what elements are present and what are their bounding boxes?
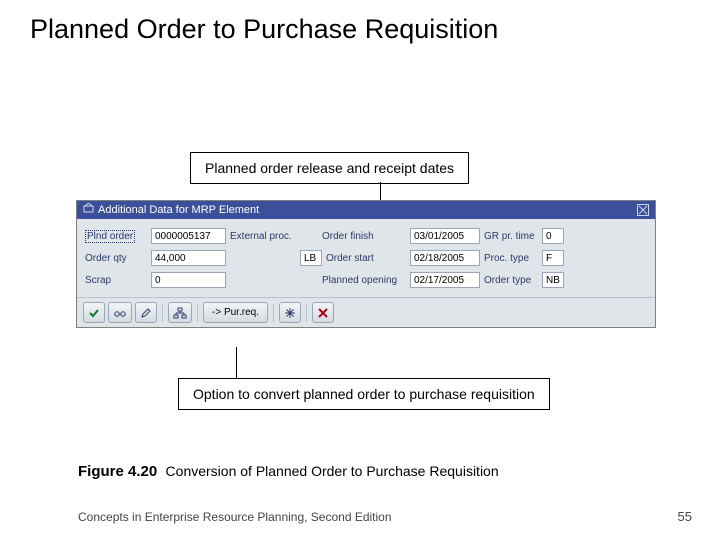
connector-line <box>236 347 237 378</box>
cancel-icon <box>317 307 329 319</box>
label-order-type: Order type <box>480 275 542 286</box>
confirm-button[interactable] <box>83 302 105 323</box>
hierarchy-button[interactable] <box>168 302 192 323</box>
label-external-proc: External proc. <box>226 231 300 242</box>
callout-release-receipt-dates: Planned order release and receipt dates <box>190 152 469 184</box>
check-icon <box>88 307 100 319</box>
mrp-element-dialog: Additional Data for MRP Element Plnd ord… <box>76 200 656 328</box>
edit-button[interactable] <box>135 302 157 323</box>
dialog-toolbar: -> Pur.req. <box>77 297 655 327</box>
field-order-type[interactable]: NB <box>542 272 564 288</box>
page-title: Planned Order to Purchase Requisition <box>30 14 498 45</box>
field-scrap[interactable]: 0 <box>151 272 226 288</box>
dialog-body: Plnd order 0000005137 External proc. Ord… <box>77 219 655 297</box>
label-plnd-order: Plnd order <box>85 231 151 242</box>
figure-number: Figure 4.20 <box>78 463 157 480</box>
label-planned-opening: Planned opening <box>318 275 410 286</box>
glasses-button[interactable] <box>108 302 132 323</box>
dialog-title-text: Additional Data for MRP Element <box>98 204 259 216</box>
row-plnd-order: Plnd order 0000005137 External proc. Ord… <box>85 225 647 247</box>
star-icon <box>284 307 296 319</box>
field-order-finish[interactable]: 03/01/2005 <box>410 228 480 244</box>
field-gr-pr-time[interactable]: 0 <box>542 228 564 244</box>
field-order-qty[interactable]: 44,000 <box>151 250 226 266</box>
cancel-button[interactable] <box>312 302 334 323</box>
label-gr-pr-time: GR pr. time <box>480 231 542 242</box>
page-number: 55 <box>678 509 692 524</box>
field-uom[interactable]: LB <box>300 250 322 266</box>
glasses-icon <box>113 307 127 319</box>
pencil-icon <box>140 307 152 319</box>
figure-caption: Figure 4.20 Conversion of Planned Order … <box>78 463 499 480</box>
row-scrap: Scrap 0 Planned opening 02/17/2005 Order… <box>85 269 647 291</box>
expand-icon <box>83 203 94 217</box>
label-order-qty: Order qty <box>85 253 151 264</box>
toolbar-divider <box>162 304 163 322</box>
row-order-qty: Order qty 44,000 LB Order start 02/18/20… <box>85 247 647 269</box>
figure-caption-text: Conversion of Planned Order to Purchase … <box>166 463 499 479</box>
toolbar-divider <box>273 304 274 322</box>
toolbar-divider <box>197 304 198 322</box>
field-planned-opening[interactable]: 02/17/2005 <box>410 272 480 288</box>
label-order-start: Order start <box>322 253 410 264</box>
label-scrap: Scrap <box>85 275 151 286</box>
field-order-start[interactable]: 02/18/2005 <box>410 250 480 266</box>
hierarchy-icon <box>173 307 187 319</box>
label-order-finish: Order finish <box>318 231 410 242</box>
field-plnd-order[interactable]: 0000005137 <box>151 228 226 244</box>
callout-convert-to-pur-req: Option to convert planned order to purch… <box>178 378 550 410</box>
dialog-titlebar: Additional Data for MRP Element <box>77 201 655 219</box>
to-pur-req-button[interactable]: -> Pur.req. <box>203 302 268 323</box>
toolbar-divider <box>306 304 307 322</box>
close-icon[interactable] <box>637 204 649 216</box>
footer-text: Concepts in Enterprise Resource Planning… <box>78 510 392 524</box>
label-proc-type: Proc. type <box>480 253 542 264</box>
field-proc-type[interactable]: F <box>542 250 564 266</box>
reschedule-button[interactable] <box>279 302 301 323</box>
